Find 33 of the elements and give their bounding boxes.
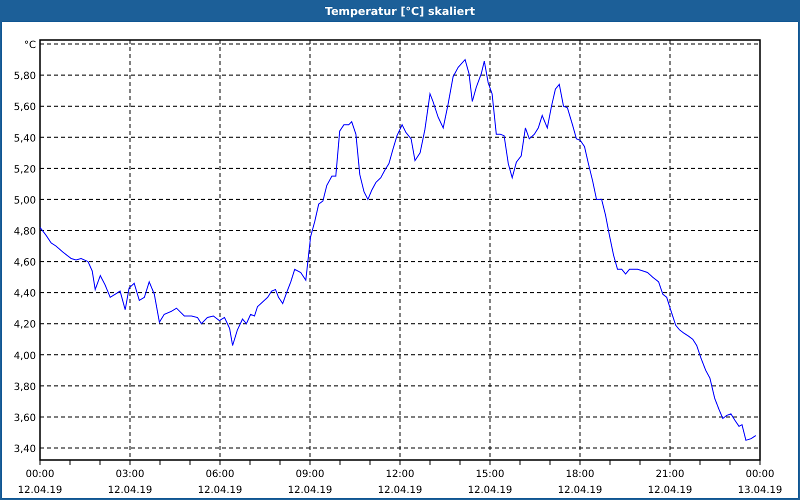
y-tick-label: 4,40 <box>14 288 36 300</box>
x-date-label: 12.04.19 <box>198 485 242 496</box>
y-tick-label: 5,20 <box>14 164 36 176</box>
y-tick-label: 3,60 <box>14 412 36 424</box>
x-tick-label: 00:00 <box>26 469 54 480</box>
x-tick-label: 12:00 <box>386 469 414 480</box>
x-tick-label: 18:00 <box>566 469 594 480</box>
y-tick-label: 4,20 <box>14 320 36 331</box>
x-tick-label: 06:00 <box>206 469 234 480</box>
x-date-label: 12.04.19 <box>378 485 422 496</box>
y-tick-label: 3,40 <box>14 444 36 456</box>
x-tick-label: 03:00 <box>116 469 144 480</box>
x-date-label: 13.04.19 <box>738 485 782 496</box>
y-tick-label: °C <box>24 40 36 52</box>
y-tick-label: 5,00 <box>14 195 36 206</box>
x-date-label: 12.04.19 <box>108 485 152 496</box>
y-tick-label: 4,80 <box>14 226 36 238</box>
x-date-label: 12.04.19 <box>558 485 602 496</box>
x-date-label: 12.04.19 <box>288 485 332 496</box>
x-date-label: 12.04.19 <box>468 485 512 496</box>
y-tick-label: 4,60 <box>14 258 36 269</box>
x-date-label: 12.04.19 <box>648 485 692 496</box>
x-tick-label: 00:00 <box>746 469 774 480</box>
chart-title: Temperatur [°C] skaliert <box>325 4 475 18</box>
x-date-label: 12.04.19 <box>18 485 62 496</box>
y-tick-label: 5,40 <box>14 133 36 144</box>
y-tick-label: 5,60 <box>14 102 36 114</box>
x-tick-label: 09:00 <box>296 469 324 480</box>
x-tick-label: 15:00 <box>476 469 504 480</box>
y-tick-label: 4,00 <box>14 350 36 362</box>
x-tick-label: 21:00 <box>656 469 684 480</box>
y-tick-label: 5,80 <box>14 71 36 82</box>
y-tick-label: 3,80 <box>14 382 36 393</box>
